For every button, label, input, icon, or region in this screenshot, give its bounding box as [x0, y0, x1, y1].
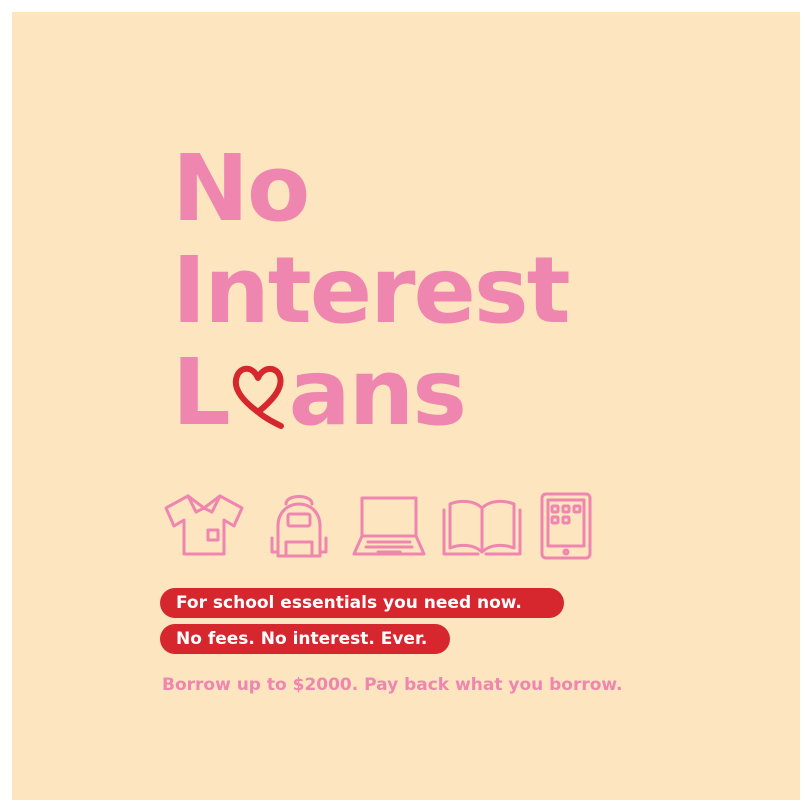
- borrow-subtext: Borrow up to $2000. Pay back what you bo…: [162, 675, 623, 695]
- headline-suffix: ans: [288, 339, 467, 446]
- backpack-icon: [270, 495, 328, 558]
- headline: No Interest L ans: [172, 135, 571, 444]
- pill-no-fees: No fees. No interest. Ever.: [160, 624, 450, 654]
- headline-line-1: No: [172, 135, 310, 242]
- pill-essentials: For school essentials you need now.: [160, 588, 564, 618]
- t-shirt-icon: [164, 494, 244, 556]
- poster: No Interest L ans For school essentials …: [12, 12, 800, 800]
- heart-icon: [232, 365, 284, 429]
- headline-letter-l: L: [172, 339, 231, 446]
- laptop-icon: [352, 496, 426, 556]
- headline-line-2: Interest: [172, 237, 571, 344]
- tablet-icon: [540, 492, 592, 560]
- headline-line-3: L ans: [172, 342, 569, 444]
- open-book-icon: [442, 499, 522, 556]
- icon-row: [158, 490, 598, 570]
